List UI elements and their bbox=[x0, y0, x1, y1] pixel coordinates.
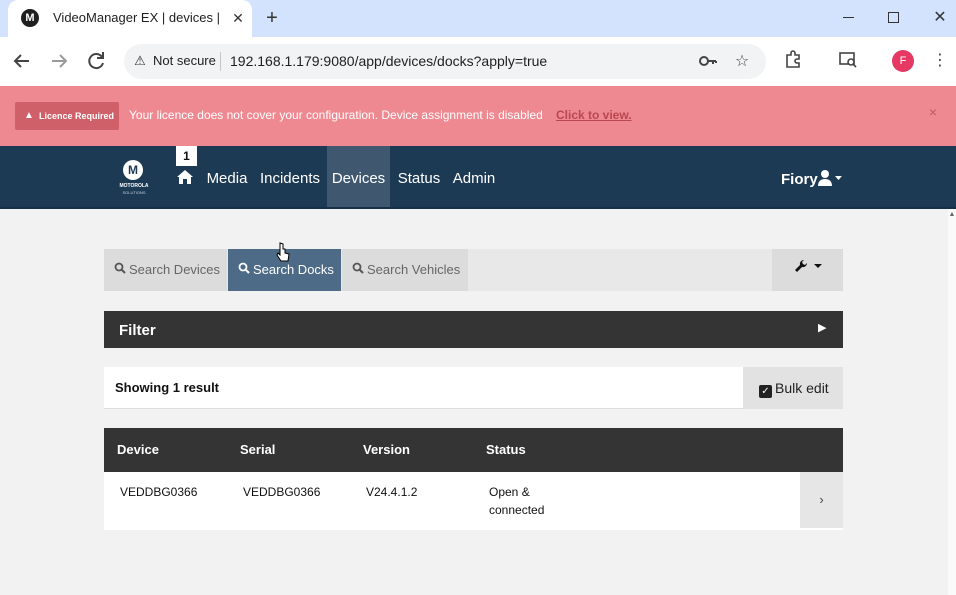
warning-icon[interactable]: ⚠ bbox=[132, 53, 148, 69]
maximize-button[interactable] bbox=[878, 6, 908, 30]
tab-search-devices[interactable]: Search Devices bbox=[104, 249, 227, 291]
tab-label: Search Vehicles bbox=[367, 262, 461, 277]
scroll-up-icon[interactable]: ▲ bbox=[948, 211, 956, 218]
tab-close-icon[interactable]: ✕ bbox=[229, 9, 247, 27]
licence-message: Your licence does not cover your configu… bbox=[129, 108, 543, 122]
new-tab-button[interactable]: + bbox=[261, 7, 283, 29]
extensions-puzzle-icon[interactable] bbox=[781, 49, 805, 73]
licence-badge-label: Licence Required bbox=[39, 111, 115, 121]
back-arrow-icon[interactable] bbox=[10, 49, 34, 73]
filter-label: Filter bbox=[119, 322, 156, 339]
address-bar[interactable]: ⚠ Not secure 192.168.1.179:9080/app/devi… bbox=[124, 44, 766, 79]
nav-media[interactable]: Media bbox=[203, 146, 251, 207]
browser-tab-strip: M VideoManager EX | devices | do ✕ + ✕ bbox=[0, 0, 956, 37]
nav-devices[interactable]: Devices bbox=[327, 146, 390, 207]
search-icon bbox=[352, 249, 367, 291]
bulk-edit-button[interactable]: ✓ Bulk edit bbox=[743, 367, 843, 409]
checkbox-icon: ✓ bbox=[759, 385, 772, 398]
results-count: Showing 1 result bbox=[115, 380, 220, 395]
caret-right-icon: ▶ bbox=[818, 322, 827, 334]
profile-avatar[interactable]: F bbox=[892, 50, 914, 72]
warning-triangle-icon: ▲ bbox=[24, 110, 34, 121]
filter-panel-header[interactable]: Filter ▶ bbox=[104, 311, 843, 348]
notification-badge[interactable]: 1 bbox=[176, 146, 197, 166]
tab-label: Search Devices bbox=[129, 262, 221, 277]
logo-subtext: SOLUTIONS bbox=[122, 190, 146, 195]
cell-serial: VEDDBG0366 bbox=[243, 485, 321, 499]
licence-banner: ▲ Licence Required Your licence does not… bbox=[0, 86, 956, 146]
motorola-favicon-icon: M bbox=[21, 9, 39, 27]
forward-arrow-icon[interactable] bbox=[47, 49, 71, 73]
bookmark-star-icon[interactable]: ☆ bbox=[731, 51, 753, 73]
nav-incidents[interactable]: Incidents bbox=[257, 146, 323, 207]
kebab-menu-icon[interactable]: ⋮ bbox=[928, 49, 952, 73]
search-icon bbox=[114, 249, 129, 291]
search-tabs: Search Devices Search Docks Search Vehic… bbox=[104, 249, 843, 291]
omnibox-divider bbox=[220, 52, 221, 71]
key-icon[interactable] bbox=[697, 51, 719, 73]
column-header-version[interactable]: Version bbox=[363, 442, 410, 457]
url-text[interactable]: 192.168.1.179:9080/app/devices/docks?app… bbox=[230, 53, 547, 69]
column-header-device[interactable]: Device bbox=[117, 442, 159, 457]
tools-dropdown-button[interactable] bbox=[772, 249, 843, 291]
tab-title: VideoManager EX | devices | do bbox=[53, 10, 223, 25]
column-header-serial[interactable]: Serial bbox=[240, 442, 275, 457]
search-icon bbox=[238, 249, 253, 291]
banner-close-icon[interactable]: × bbox=[925, 104, 941, 120]
minimize-button[interactable] bbox=[833, 6, 863, 30]
app-navbar: M MOTOROLA SOLUTIONS 1 Media Incidents D… bbox=[0, 146, 956, 209]
home-icon[interactable] bbox=[174, 168, 196, 190]
cell-version: V24.4.1.2 bbox=[366, 485, 418, 499]
user-dropdown-icon[interactable] bbox=[817, 168, 847, 190]
table-header: Device Serial Version Status bbox=[104, 428, 843, 472]
user-name[interactable]: Fiory bbox=[781, 171, 818, 188]
mouse-pointer-icon bbox=[276, 242, 290, 262]
cell-status: Open & connected bbox=[489, 485, 545, 517]
chevron-right-icon[interactable]: › bbox=[800, 472, 843, 528]
motorola-logo[interactable]: M MOTOROLA SOLUTIONS bbox=[112, 160, 156, 198]
licence-required-badge: ▲ Licence Required bbox=[15, 102, 119, 130]
results-bar: Showing 1 result ✓ Bulk edit bbox=[104, 367, 843, 409]
motorola-logo-icon: M bbox=[123, 160, 143, 180]
table-row[interactable]: VEDDBG0366 VEDDBG0366 V24.4.1.2 Open & c… bbox=[104, 472, 843, 530]
nav-status[interactable]: Status bbox=[394, 146, 444, 207]
tab-label: Search Docks bbox=[253, 262, 334, 277]
page-scrollbar[interactable]: ▲ bbox=[948, 209, 956, 595]
licence-view-link[interactable]: Click to view. bbox=[556, 108, 632, 122]
reload-icon[interactable] bbox=[84, 49, 108, 73]
security-label[interactable]: Not secure bbox=[153, 53, 216, 68]
browser-tab[interactable]: M VideoManager EX | devices | do ✕ bbox=[8, 0, 252, 37]
logo-text: MOTOROLA bbox=[119, 183, 149, 189]
column-header-status[interactable]: Status bbox=[486, 442, 526, 457]
bulk-edit-label: Bulk edit bbox=[775, 380, 829, 396]
tab-search-vehicles[interactable]: Search Vehicles bbox=[342, 249, 468, 291]
browser-toolbar: ⚠ Not secure 192.168.1.179:9080/app/devi… bbox=[0, 37, 956, 86]
cell-device: VEDDBG0366 bbox=[120, 485, 198, 499]
nav-admin[interactable]: Admin bbox=[450, 146, 498, 207]
tab-search-icon[interactable] bbox=[836, 49, 860, 73]
window-close-button[interactable]: ✕ bbox=[925, 6, 955, 30]
